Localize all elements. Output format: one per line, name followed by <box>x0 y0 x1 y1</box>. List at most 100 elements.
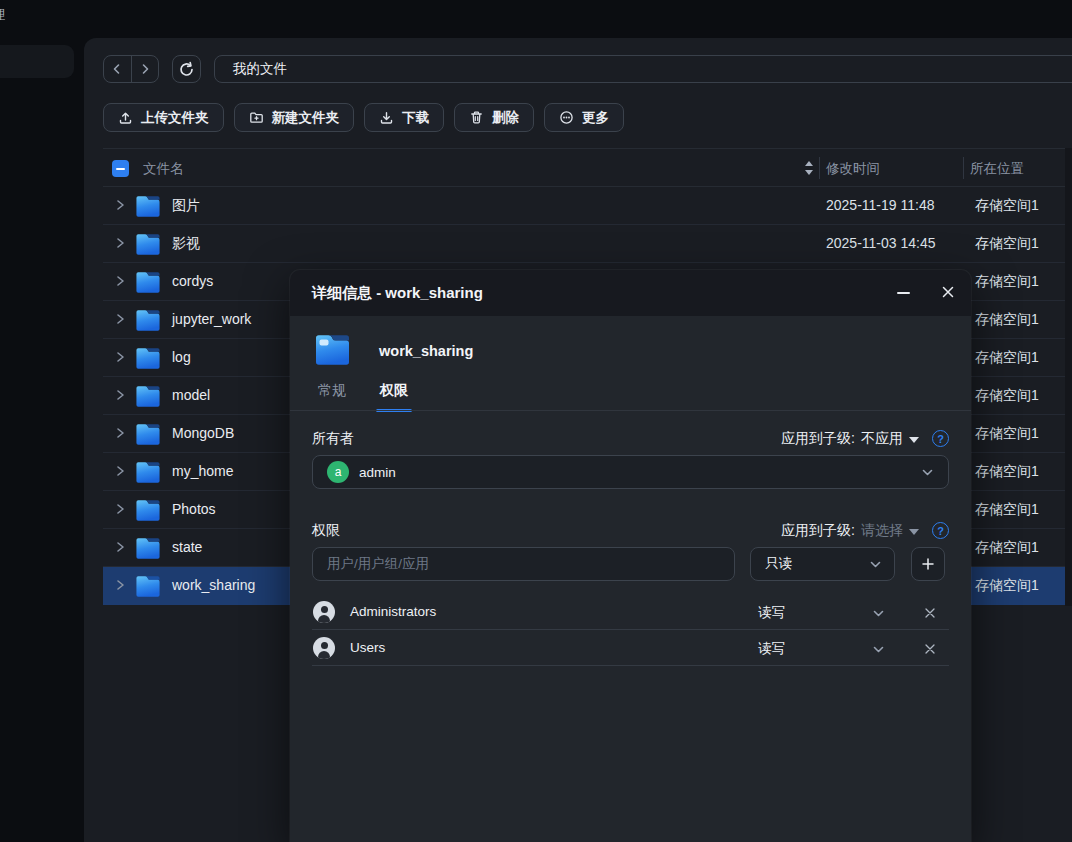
row-expand-chevron[interactable] <box>115 389 125 401</box>
folder-icon <box>135 422 161 449</box>
file-name: log <box>172 349 191 365</box>
table-header: 文件名 修改时间 所在位置 <box>103 148 1065 187</box>
owner-apply-to-children[interactable]: 应用到子级: 不应用 <box>781 430 919 448</box>
tab-permission[interactable]: 权限 <box>380 382 408 412</box>
user-avatar-icon <box>313 601 335 623</box>
folder-icon <box>135 498 161 525</box>
permission-section-header: 权限 应用到子级: 请选择 ? <box>312 522 949 542</box>
file-location: 存储空间1 <box>975 273 1039 291</box>
row-expand-chevron[interactable] <box>115 275 125 287</box>
apply-label: 应用到子级: <box>781 430 855 448</box>
select-all-checkbox[interactable] <box>112 160 129 177</box>
download-label: 下载 <box>402 109 429 127</box>
more-label: 更多 <box>582 109 609 127</box>
permission-level-select[interactable]: 只读 <box>750 547 895 581</box>
owner-select[interactable]: a admin <box>312 455 949 489</box>
entry-level: 读写 <box>758 640 785 658</box>
permission-entry-row[interactable]: Administrators 读写 <box>312 594 949 630</box>
folder-icon <box>135 384 161 411</box>
file-name: Photos <box>172 501 216 517</box>
dropdown-triangle-icon <box>909 437 919 443</box>
file-location: 存储空间1 <box>975 577 1039 595</box>
delete-button[interactable]: 删除 <box>454 103 534 132</box>
entry-level-chevron-icon[interactable] <box>872 606 885 624</box>
chevron-down-icon <box>869 558 882 571</box>
scrollbar-gutter <box>1065 148 1072 606</box>
row-expand-chevron[interactable] <box>115 465 125 477</box>
folder-icon <box>135 232 161 259</box>
new-folder-button[interactable]: 新建文件夹 <box>234 103 355 132</box>
dialog-title: 详细信息 - work_sharing <box>312 284 483 303</box>
folder-icon <box>135 574 161 601</box>
file-name: 图片 <box>172 197 200 215</box>
entry-remove-icon[interactable] <box>924 641 936 659</box>
file-location: 存储空间1 <box>975 463 1039 481</box>
row-expand-chevron[interactable] <box>115 541 125 553</box>
entry-remove-icon[interactable] <box>924 605 936 623</box>
row-expand-chevron[interactable] <box>115 313 125 325</box>
file-modified: 2025-11-19 11:48 <box>826 197 934 213</box>
owner-help-icon[interactable]: ? <box>932 430 949 447</box>
permission-label: 权限 <box>312 522 340 540</box>
permission-entry-row[interactable]: Users 读写 <box>312 630 949 666</box>
close-icon[interactable] <box>938 282 958 302</box>
apply-value: 不应用 <box>861 430 903 448</box>
row-expand-chevron[interactable] <box>115 427 125 439</box>
column-file-name[interactable]: 文件名 <box>143 160 184 178</box>
details-dialog: 详细信息 - work_sharing work_sharing 常规 权限 所… <box>290 270 971 842</box>
folder-icon <box>135 194 161 221</box>
file-name: model <box>172 387 210 403</box>
minimize-icon[interactable] <box>893 283 913 303</box>
level-value: 只读 <box>765 555 792 573</box>
file-location: 存储空间1 <box>975 387 1039 405</box>
action-toolbar: 上传文件夹 新建文件夹 下载 删除 更多 <box>103 103 624 132</box>
file-name: cordys <box>172 273 213 289</box>
permission-entries: Administrators 读写 Users 读写 <box>312 594 949 666</box>
delete-label: 删除 <box>492 109 519 127</box>
owner-section-header: 所有者 应用到子级: 不应用 ? <box>312 430 949 450</box>
file-location: 存储空间1 <box>975 235 1039 253</box>
download-button[interactable]: 下载 <box>364 103 444 132</box>
more-button[interactable]: 更多 <box>544 103 624 132</box>
upload-folder-label: 上传文件夹 <box>141 109 209 127</box>
table-row[interactable]: 图片 2025-11-19 11:48 存储空间1 <box>103 187 1065 225</box>
back-button[interactable] <box>104 56 132 82</box>
entry-level-chevron-icon[interactable] <box>872 642 885 660</box>
file-name: MongoDB <box>172 425 234 441</box>
permission-help-icon[interactable]: ? <box>932 522 949 539</box>
upload-folder-button[interactable]: 上传文件夹 <box>103 103 224 132</box>
file-location: 存储空间1 <box>975 197 1039 215</box>
apply-value: 请选择 <box>861 522 903 540</box>
file-name: my_home <box>172 463 233 479</box>
row-expand-chevron[interactable] <box>115 199 125 211</box>
entry-name: Users <box>350 640 385 655</box>
dialog-tabs: 常规 权限 <box>318 382 408 412</box>
folder-icon-large <box>314 332 351 370</box>
new-folder-label: 新建文件夹 <box>272 109 340 127</box>
row-expand-chevron[interactable] <box>115 237 125 249</box>
column-location[interactable]: 所在位置 <box>970 160 1024 178</box>
breadcrumb[interactable]: 我的文件 <box>214 55 1072 83</box>
column-modified[interactable]: 修改时间 <box>826 160 880 178</box>
row-expand-chevron[interactable] <box>115 351 125 363</box>
history-buttons <box>103 55 159 83</box>
sort-icon[interactable] <box>804 159 814 177</box>
dialog-titlebar: 详细信息 - work_sharing <box>290 270 971 316</box>
corner-text-fragment: 理 <box>0 6 5 24</box>
user-search-input[interactable]: 用户/用户组/应用 <box>312 547 735 581</box>
user-avatar-icon <box>313 637 335 659</box>
row-expand-chevron[interactable] <box>115 503 125 515</box>
permission-apply-to-children[interactable]: 应用到子级: 请选择 <box>781 522 919 540</box>
file-name: state <box>172 539 202 555</box>
folder-icon <box>135 270 161 297</box>
add-permission-button[interactable] <box>911 547 945 581</box>
table-row[interactable]: 影视 2025-11-03 14:45 存储空间1 <box>103 225 1065 263</box>
sidebar-item-partial[interactable] <box>0 45 74 78</box>
folder-icon <box>135 346 161 373</box>
refresh-button[interactable] <box>172 55 201 83</box>
row-expand-chevron[interactable] <box>115 579 125 591</box>
dialog-file-name: work_sharing <box>379 343 473 359</box>
breadcrumb-label: 我的文件 <box>233 60 287 78</box>
forward-button[interactable] <box>132 56 159 82</box>
tab-general[interactable]: 常规 <box>318 382 346 412</box>
